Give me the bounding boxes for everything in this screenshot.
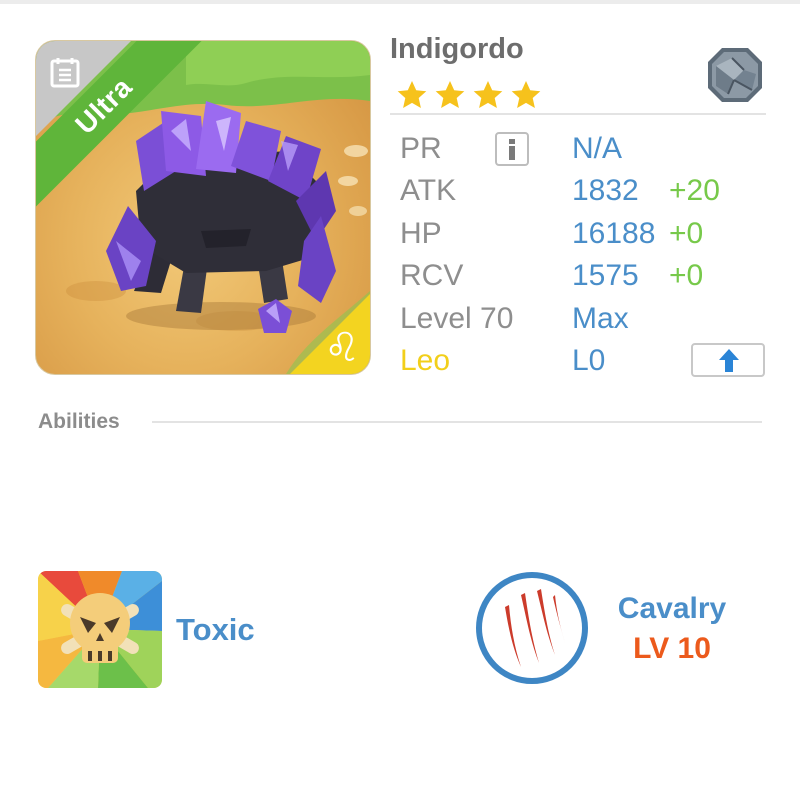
rcv-bonus: +0 bbox=[669, 259, 704, 292]
sign-label: Leo bbox=[400, 344, 451, 377]
level-label: Level 70 bbox=[400, 302, 514, 335]
arrow-up-icon bbox=[719, 349, 739, 372]
notes-icon[interactable] bbox=[48, 55, 82, 89]
pr-value: N/A bbox=[572, 132, 623, 165]
atk-bonus: +20 bbox=[669, 174, 720, 207]
claw-marks-icon[interactable] bbox=[475, 571, 589, 685]
star-icon bbox=[397, 81, 427, 108]
top-separator bbox=[0, 0, 800, 4]
skull-icon[interactable] bbox=[38, 571, 162, 688]
rock-element-icon bbox=[708, 48, 762, 102]
skill-name: Cavalry bbox=[617, 592, 727, 625]
atk-value: 1832 bbox=[572, 174, 639, 207]
star-icon bbox=[473, 81, 503, 108]
abilities-title: Abilities bbox=[38, 410, 120, 433]
trait-name: Toxic bbox=[176, 612, 255, 647]
info-icon bbox=[509, 139, 515, 160]
pr-label: PR bbox=[400, 132, 442, 165]
monster-name: Indigordo bbox=[390, 33, 524, 65]
monster-portrait-card[interactable]: Ultra ♌ bbox=[35, 40, 371, 375]
abilities-divider bbox=[152, 421, 762, 423]
atk-label: ATK bbox=[400, 174, 457, 207]
hp-bonus: +0 bbox=[669, 217, 704, 250]
hp-label: HP bbox=[400, 217, 442, 250]
rcv-label: RCV bbox=[400, 259, 464, 292]
star-icon bbox=[435, 81, 465, 108]
pr-info-button[interactable] bbox=[495, 132, 529, 166]
level-value: Max bbox=[572, 302, 629, 335]
skill-level: LV 10 bbox=[633, 632, 711, 665]
rcv-value: 1575 bbox=[572, 259, 639, 292]
hp-value: 16188 bbox=[572, 217, 656, 250]
star-icon bbox=[511, 81, 541, 108]
leo-zodiac-icon: ♌ bbox=[324, 325, 360, 371]
star-rating bbox=[396, 79, 542, 111]
header-divider bbox=[390, 113, 766, 115]
sign-level-value: L0 bbox=[572, 344, 606, 377]
sign-upgrade-button[interactable] bbox=[691, 343, 765, 377]
